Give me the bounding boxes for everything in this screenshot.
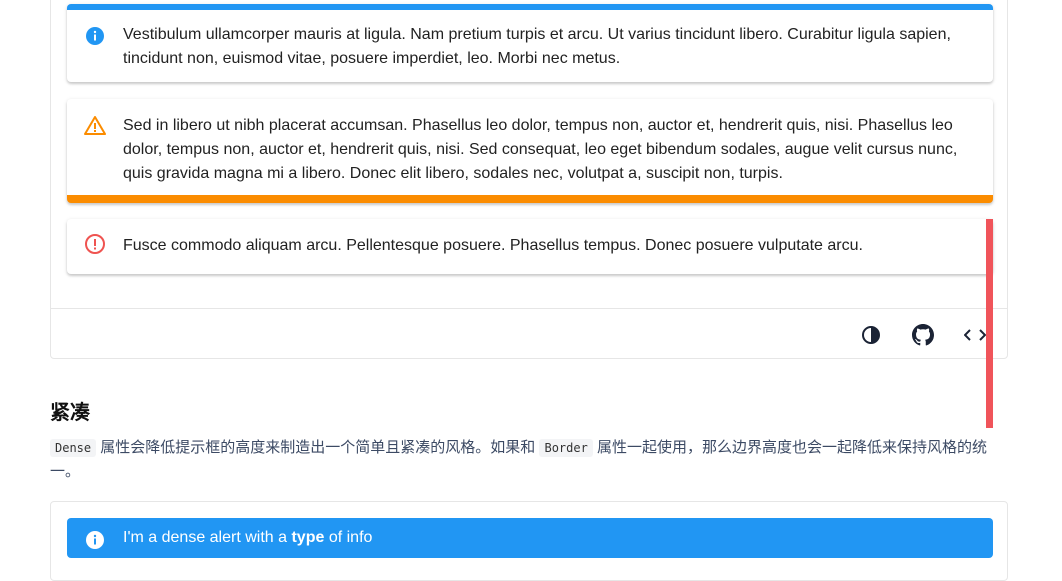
dense-alert-text: I'm a dense alert with a type of info (67, 518, 993, 558)
dense-info-alert: I'm a dense alert with a type of info (67, 518, 993, 558)
error-alert-text: Fusce commodo aliquam arcu. Pellentesque… (123, 237, 863, 254)
info-alert: Vestibulum ullamcorper mauris at ligula.… (67, 4, 993, 82)
border-code-tag: Border (539, 439, 593, 457)
invert-colors-icon[interactable] (859, 323, 883, 347)
error-circle-icon (84, 233, 106, 255)
section-title: 紧凑 (50, 402, 90, 424)
desc-text-1: 属性会降低提示框的高度来制造出一个简单且紧凑的风格。如果和 (96, 439, 540, 456)
section-description: Dense 属性会降低提示框的高度来制造出一个简单且紧凑的风格。如果和 Bord… (50, 436, 1015, 484)
info-alert-text: Vestibulum ullamcorper mauris at ligula.… (123, 26, 951, 67)
warning-alert: Sed in libero ut nibh placerat accumsan.… (67, 99, 993, 203)
example-toolbar (51, 308, 1007, 361)
warning-triangle-icon (84, 115, 106, 137)
warning-alert-text: Sed in libero ut nibh placerat accumsan.… (123, 117, 958, 182)
github-icon[interactable] (911, 323, 935, 347)
dense-code-tag: Dense (50, 439, 97, 457)
dense-alert-suffix: of info (324, 529, 373, 546)
code-icon[interactable] (963, 323, 987, 347)
error-alert: Fusce commodo aliquam arcu. Pellentesque… (67, 219, 993, 274)
dense-alert-prefix: I'm a dense alert with a (123, 529, 292, 546)
dense-alert-bold: type (291, 529, 325, 546)
info-circle-icon (84, 527, 106, 549)
error-alert-right-border (986, 219, 993, 428)
info-circle-icon (84, 25, 106, 47)
